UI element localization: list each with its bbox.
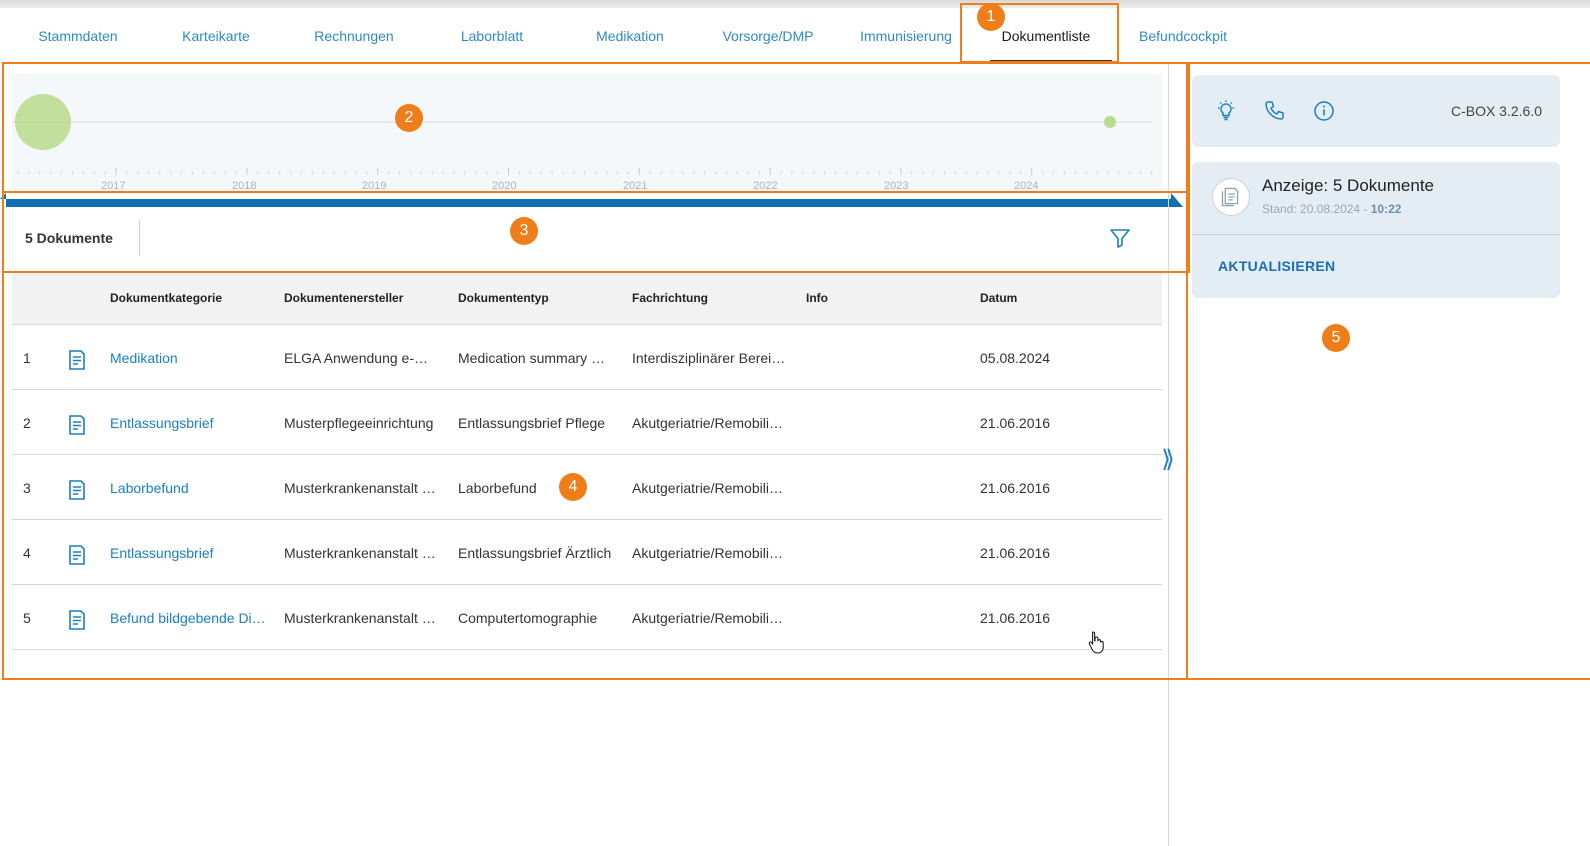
document-icon[interactable] [68,479,86,501]
table-row[interactable]: 3 Laborbefund Musterkrankenanstalt Graz … [12,455,1162,520]
tab-karteikarte[interactable]: Karteikarte [160,8,272,64]
cell-type: Entlassungsbrief Pflege [458,415,606,431]
cell-specialty: Akutgeriatrie/Remobilisation [632,415,786,431]
cell-category-link[interactable]: Entlassungsbrief [110,545,270,561]
timeline-bubble-large[interactable] [15,94,71,150]
tab-bar: Stammdaten Karteikarte Rechnungen Laborb… [0,8,1590,64]
cell-creator: ELGA Anwendung e-Medikation [284,350,438,366]
cell-specialty: Akutgeriatrie/Remobilisation [632,545,786,561]
cell-category-link[interactable]: Laborbefund [110,480,270,496]
documents-icon [1212,178,1250,216]
annotation-badge-3: 3 [510,217,538,245]
timeline-year-label: 2024 [1014,180,1039,192]
timeline-year-label: 2017 [101,180,126,192]
row-number: 4 [23,545,31,561]
timeline-year-label: 2023 [884,180,909,192]
document-icon[interactable] [68,609,86,631]
column-header-creator[interactable]: Dokumentenersteller [284,291,403,305]
timeline-year-label: 2018 [232,180,257,192]
cell-creator: Musterkrankenanstalt Graz [284,480,438,496]
annotation-badge-4: 4 [559,473,587,501]
table-row[interactable]: 2 Entlassungsbrief Musterpflegeeinrichtu… [12,390,1162,455]
cell-type: Computertomographie [458,610,598,626]
phone-icon[interactable] [1263,99,1287,123]
display-summary-card: Anzeige: 5 Dokumente Stand: 20.08.2024 -… [1192,162,1560,298]
tab-laborblatt[interactable]: Laborblatt [440,8,544,64]
info-icon[interactable] [1312,99,1336,123]
cell-specialty: Interdisziplinärer Bereich [632,350,786,366]
tab-medikation[interactable]: Medikation [574,8,686,64]
cell-date: 21.06.2016 [980,610,1051,626]
filter-icon[interactable] [1108,226,1132,250]
timeline-year-label: 2021 [623,180,648,192]
info-toolbar-card: C-BOX 3.2.6.0 [1192,75,1560,147]
tab-immunisierung[interactable]: Immunisierung [850,8,962,64]
cell-date: 05.08.2024 [980,350,1051,366]
panel-toggle-chevron-icon[interactable]: ⟫ [1159,443,1177,477]
row-number: 2 [23,415,31,431]
timestamp-time: 10:22 [1370,202,1402,216]
tab-rechnungen[interactable]: Rechnungen [300,8,408,64]
document-icon[interactable] [68,544,86,566]
column-header-type[interactable]: Dokumententyp [458,291,549,305]
row-number: 5 [23,610,31,626]
cell-creator: Musterkrankenanstalt Graz [284,610,438,626]
tab-stammdaten[interactable]: Stammdaten [20,8,136,64]
column-header-category[interactable]: Dokumentkategorie [110,291,222,305]
column-header-date[interactable]: Datum [980,291,1017,305]
document-count: 5 Dokumente [25,230,113,246]
cell-date: 21.06.2016 [980,545,1051,561]
table-row[interactable]: 5 Befund bildgebende Diagnostik Musterkr… [12,585,1162,650]
hand-cursor-icon [1088,631,1104,654]
annotation-badge-1: 1 [977,3,1005,31]
window-top-border [0,0,1590,8]
tab-befundcockpit[interactable]: Befundcockpit [1126,8,1240,64]
annotation-badge-5: 5 [1322,324,1350,352]
table-header: Dokumentkategorie Dokumentenersteller Do… [12,273,1162,325]
column-header-specialty[interactable]: Fachrichtung [632,291,708,305]
cell-creator: Musterpflegeeinrichtung [284,415,434,431]
column-header-info[interactable]: Info [806,291,828,305]
toolbar-divider [139,220,140,256]
cell-creator: Musterkrankenanstalt Graz [284,545,438,561]
timeline-range-slider[interactable] [0,193,1183,207]
annotation-box-5 [1186,62,1590,680]
timeline-bubble-small[interactable] [1104,116,1116,128]
document-table: Dokumentkategorie Dokumentenersteller Do… [12,273,1162,650]
cell-date: 21.06.2016 [980,480,1051,496]
annotation-badge-2: 2 [395,104,423,132]
cell-date: 21.06.2016 [980,415,1051,431]
page: Stammdaten Karteikarte Rechnungen Laborb… [0,0,1590,846]
cell-specialty: Akutgeriatrie/Remobilisation [632,610,786,626]
timestamp: Stand: 20.08.2024 - 10:22 [1262,202,1401,216]
row-number: 3 [23,480,31,496]
app-version: C-BOX 3.2.6.0 [1450,103,1542,119]
cell-type: Laborbefund [458,480,537,496]
table-row[interactable]: 1 Medikation ELGA Anwendung e-Medikation… [12,325,1162,390]
document-timeline[interactable]: 2017 2018 2019 2020 2021 2022 2023 2024 [12,74,1162,194]
table-body: 1 Medikation ELGA Anwendung e-Medikation… [12,325,1162,650]
lightbulb-icon[interactable] [1214,99,1238,123]
tab-vorsorge-dmp[interactable]: Vorsorge/DMP [710,8,826,64]
timestamp-date: Stand: 20.08.2024 - [1262,202,1371,216]
timeline-year-label: 2019 [362,180,387,192]
cell-type: Entlassungsbrief Ärztlich [458,545,612,561]
cell-category-link[interactable]: Befund bildgebende Diagnostik [110,610,270,626]
cell-specialty: Akutgeriatrie/Remobilisation [632,480,786,496]
cell-type: Medication summary document [458,350,612,366]
list-toolbar: 5 Dokumente [12,212,1162,268]
document-icon[interactable] [68,414,86,436]
cell-category-link[interactable]: Medikation [110,350,270,366]
timeline-chart [12,94,1153,175]
refresh-button[interactable]: AKTUALISIEREN [1218,258,1335,274]
document-icon[interactable] [68,349,86,371]
card-divider [1192,234,1560,235]
table-row[interactable]: 4 Entlassungsbrief Musterkrankenanstalt … [12,520,1162,585]
timeline-year-label: 2022 [753,180,778,192]
cell-category-link[interactable]: Entlassungsbrief [110,415,270,431]
timeline-year-label: 2020 [492,180,517,192]
timeline-ticks [17,168,1153,175]
row-number: 1 [23,350,31,366]
display-title: Anzeige: 5 Dokumente [1262,176,1434,195]
